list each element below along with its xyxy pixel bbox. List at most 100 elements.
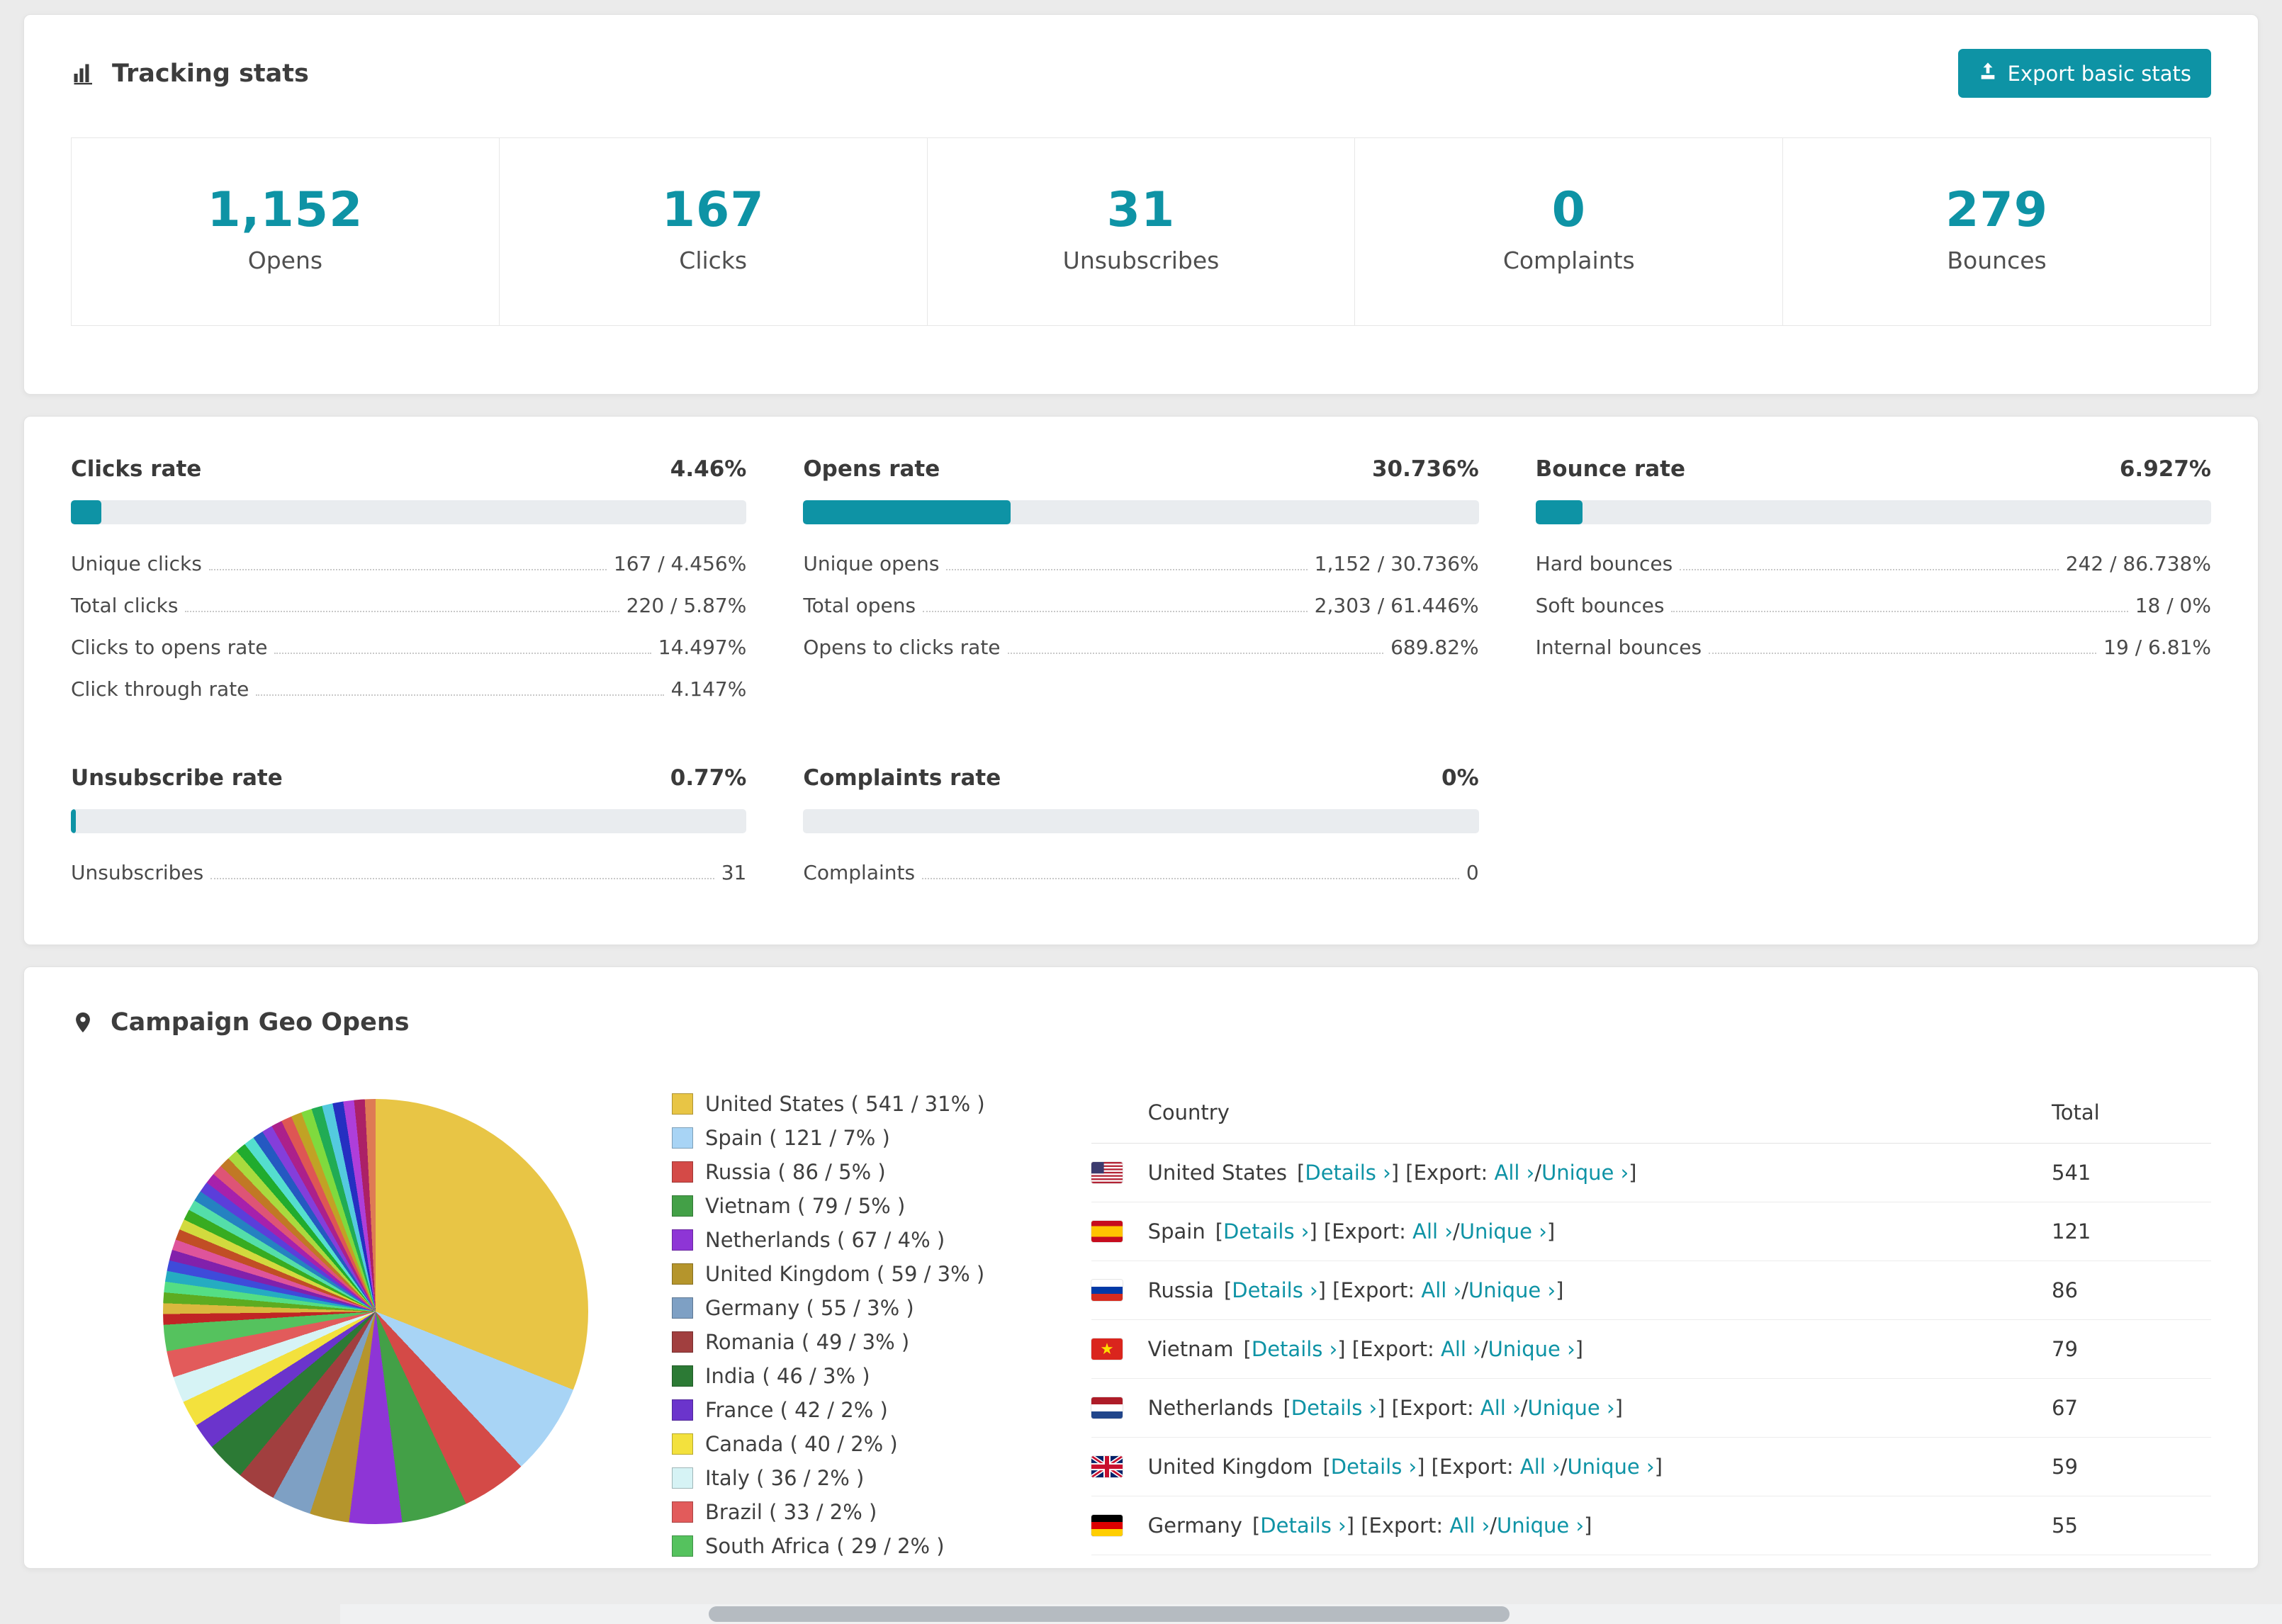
export-basic-stats-button[interactable]: Export basic stats xyxy=(1957,49,2211,98)
export-unique-link[interactable]: Unique › xyxy=(1527,1396,1614,1420)
dotted-leader xyxy=(1007,653,1384,654)
country-cell: Russia [Details ›] [Export: All › / Uniqu… xyxy=(1091,1278,2052,1302)
slash: / xyxy=(1490,1513,1497,1538)
legend-label: United States ( 541 / 31% ) xyxy=(705,1092,985,1116)
bracket: ] xyxy=(1654,1455,1663,1479)
legend-swatch xyxy=(672,1331,693,1353)
stat-label: Clicks xyxy=(679,247,748,274)
stat-value: 31 xyxy=(1106,182,1176,238)
bracket: ] [Export: xyxy=(1309,1219,1413,1244)
rate-value: 0% xyxy=(1441,765,1479,791)
legend-label: Spain ( 121 / 7% ) xyxy=(705,1126,890,1150)
rate-rows: Hard bounces 242 / 86.738% Soft bounces 18 … xyxy=(1536,543,2211,668)
stat-box-clicks: 167 Clicks xyxy=(498,137,928,326)
rate-head: Clicks rate 4.46% xyxy=(71,456,746,482)
geo-pie-chart xyxy=(163,1099,588,1524)
legend-item: South Africa ( 29 / 2% ) xyxy=(672,1534,985,1558)
geo-header: Campaign Geo Opens xyxy=(71,1008,2211,1037)
bracket: [ xyxy=(1243,1337,1252,1361)
geo-table: Country Total United States[Details ›] [… xyxy=(1091,1082,2211,1555)
bracket: ] xyxy=(1546,1219,1556,1244)
geo-title-text: Campaign Geo Opens xyxy=(111,1008,410,1037)
legend-item: Romania ( 49 / 3% ) xyxy=(672,1330,985,1354)
country-total: 59 xyxy=(2052,1455,2078,1479)
legend-item: India ( 46 / 3% ) xyxy=(672,1364,985,1388)
legend-item: Brazil ( 33 / 2% ) xyxy=(672,1500,985,1524)
details-link[interactable]: Details › xyxy=(1305,1161,1390,1185)
export-unique-link[interactable]: Unique › xyxy=(1497,1513,1584,1538)
opens-rate-progress-bar xyxy=(803,500,1479,524)
legend-swatch xyxy=(672,1195,693,1217)
export-all-link[interactable]: All › xyxy=(1412,1219,1453,1244)
flag-vn-icon xyxy=(1091,1338,1123,1360)
bounce-rate-progress-bar xyxy=(1535,500,2211,524)
rate-row-label: Unique opens xyxy=(803,552,940,575)
slash: / xyxy=(1461,1278,1468,1302)
geo-title: Campaign Geo Opens xyxy=(71,1008,410,1037)
export-all-link[interactable]: All › xyxy=(1421,1278,1461,1302)
legend-label: Russia ( 86 / 5% ) xyxy=(705,1160,886,1184)
country-total: 86 xyxy=(2052,1278,2078,1302)
scrollbar-thumb[interactable] xyxy=(709,1606,1510,1622)
bracket: ] [Export: xyxy=(1390,1161,1495,1185)
rate-title: Bounce rate xyxy=(1535,456,1685,482)
legend-item: Canada ( 40 / 2% ) xyxy=(672,1432,985,1456)
rate-row-value: 31 xyxy=(721,861,747,884)
rate-row-label: Clicks to opens rate xyxy=(71,636,268,659)
legend-swatch xyxy=(672,1297,693,1319)
legend-item: Vietnam ( 79 / 5% ) xyxy=(672,1194,985,1218)
legend-label: Italy ( 36 / 2% ) xyxy=(705,1466,865,1490)
flag-es-icon xyxy=(1091,1221,1123,1242)
bracket: ] [Export: xyxy=(1346,1513,1450,1538)
bounce-rate-panel: Bounce rate 6.927% Hard bounces 242 / 86.73… xyxy=(1535,456,2211,710)
dotted-leader xyxy=(1680,569,2059,570)
export-all-link[interactable]: All › xyxy=(1495,1161,1535,1185)
export-all-link[interactable]: All › xyxy=(1520,1455,1561,1479)
export-unique-link[interactable]: Unique › xyxy=(1567,1455,1654,1479)
rate-row-value: 0 xyxy=(1466,861,1479,884)
export-all-link[interactable]: All › xyxy=(1449,1513,1490,1538)
dotted-leader xyxy=(256,694,664,696)
geo-table-row: Vietnam [Details ›] [Export: All › / Uniq… xyxy=(1091,1320,2211,1379)
export-all-link[interactable]: All › xyxy=(1480,1396,1521,1420)
flag-ru-icon xyxy=(1091,1280,1123,1301)
complaints-rate-panel: Complaints rate 0% Complaints 0 xyxy=(803,765,1479,893)
country-cell: Spain [Details ›] [Export: All › / Unique… xyxy=(1091,1219,2052,1244)
rate-row: Complaints 0 xyxy=(803,852,1478,893)
export-unique-link[interactable]: Unique › xyxy=(1541,1161,1629,1185)
stat-box-opens: 1,152 Opens xyxy=(71,137,500,326)
country-cell: United Kingdom [Details ›] [Export: All ›… xyxy=(1091,1455,2052,1479)
legend-label: Netherlands ( 67 / 4% ) xyxy=(705,1228,945,1252)
dotted-leader xyxy=(208,569,607,570)
dotted-leader xyxy=(185,611,619,612)
details-link[interactable]: Details › xyxy=(1223,1219,1309,1244)
rate-row-value: 220 / 5.87% xyxy=(626,594,747,617)
geo-table-row: Russia [Details ›] [Export: All › / Uniqu… xyxy=(1091,1261,2211,1320)
export-unique-link[interactable]: Unique › xyxy=(1460,1219,1547,1244)
geo-table-row: Spain [Details ›] [Export: All › / Unique… xyxy=(1091,1202,2211,1261)
rate-row-label: Hard bounces xyxy=(1535,552,1673,575)
export-all-link[interactable]: All › xyxy=(1441,1337,1481,1361)
rate-row: Soft bounces 18 / 0% xyxy=(1536,585,2211,626)
details-link[interactable]: Details › xyxy=(1291,1396,1377,1420)
progress-fill xyxy=(71,500,101,524)
horizontal-scrollbar[interactable] xyxy=(340,1604,2282,1624)
details-link[interactable]: Details › xyxy=(1252,1337,1337,1361)
export-unique-link[interactable]: Unique › xyxy=(1488,1337,1575,1361)
rate-head: Unsubscribe rate 0.77% xyxy=(71,765,746,791)
details-link[interactable]: Details › xyxy=(1232,1278,1317,1302)
export-unique-link[interactable]: Unique › xyxy=(1468,1278,1556,1302)
legend-label: Canada ( 40 / 2% ) xyxy=(705,1432,898,1456)
details-link[interactable]: Details › xyxy=(1260,1513,1346,1538)
legend-item: Italy ( 36 / 2% ) xyxy=(672,1466,985,1490)
country-name: Spain xyxy=(1147,1219,1205,1244)
bracket: [ xyxy=(1252,1513,1261,1538)
unsubscribe-rate-progress-bar xyxy=(71,809,747,833)
bracket: ] xyxy=(1584,1513,1592,1538)
clicks-rate-progress-bar xyxy=(71,500,747,524)
details-link[interactable]: Details › xyxy=(1331,1455,1417,1479)
clicks-rate-panel: Clicks rate 4.46% Unique clicks 167 / 4.456… xyxy=(71,456,747,710)
rate-row-label: Internal bounces xyxy=(1535,636,1702,659)
progress-fill xyxy=(1535,500,1583,524)
total-column-header: Total xyxy=(2052,1100,2100,1124)
